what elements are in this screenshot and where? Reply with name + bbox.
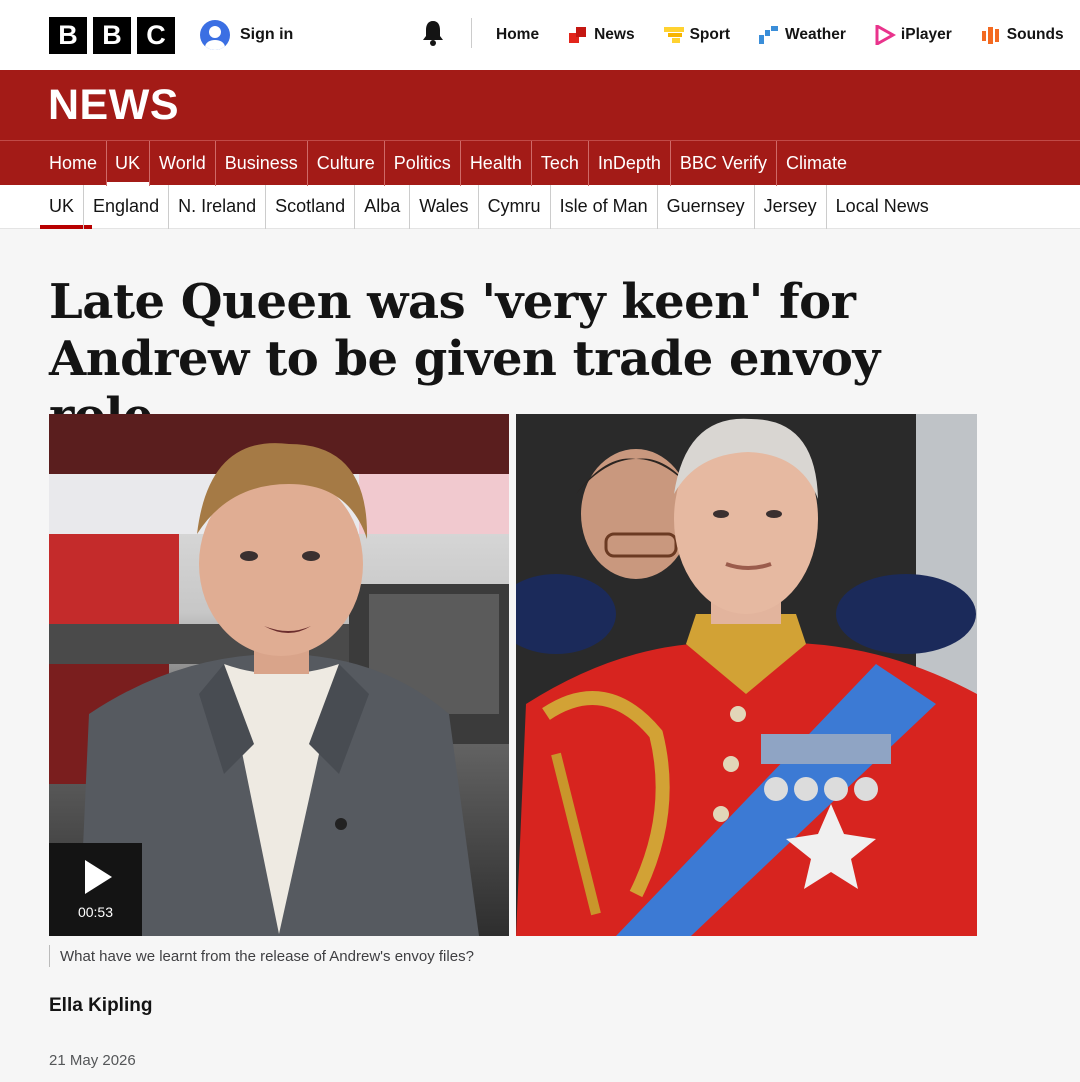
iplayer-icon	[875, 25, 896, 45]
video-duration: 00:53	[77, 903, 114, 920]
uniform-photo-illustration	[516, 414, 977, 936]
top-nav-label: Sounds	[1006, 26, 1064, 43]
section-nav-world[interactable]: World	[149, 140, 215, 186]
logo-letter: B	[49, 16, 87, 54]
sub-nav-england[interactable]: England	[83, 184, 168, 229]
top-nav-iplayer[interactable]: iPlayer	[874, 25, 952, 45]
top-nav-label: iPlayer	[900, 26, 952, 43]
sign-in-label: Sign in	[240, 26, 294, 43]
top-nav: Home News Sport Weather iPlayer Sounds	[496, 0, 1080, 70]
play-icon	[85, 859, 112, 894]
sub-nav-wales[interactable]: Wales	[409, 184, 477, 229]
section-nav-home[interactable]: Home	[49, 141, 106, 186]
sub-nav-local-news[interactable]: Local News	[825, 184, 938, 229]
bbc-logo[interactable]: B B C	[49, 16, 175, 54]
andrew-photo-frame	[516, 414, 977, 936]
sub-nav-jersey[interactable]: Jersey	[753, 184, 826, 229]
sub-nav-isle-of-man[interactable]: Isle of Man	[549, 184, 657, 229]
nav-divider	[471, 18, 472, 48]
notifications-bell-icon[interactable]	[421, 19, 445, 47]
top-nav-sounds[interactable]: Sounds	[980, 25, 1064, 45]
top-nav-label: Weather	[785, 26, 846, 43]
logo-letter: C	[137, 16, 175, 54]
top-nav-label: News	[594, 26, 635, 43]
sub-nav-alba[interactable]: Alba	[354, 184, 409, 229]
top-nav-home[interactable]: Home	[496, 26, 539, 44]
section-nav-business[interactable]: Business	[214, 140, 307, 186]
top-nav-sport[interactable]: Sport	[663, 25, 730, 45]
section-nav-politics[interactable]: Politics	[383, 140, 460, 186]
sub-nav-n-ireland[interactable]: N. Ireland	[168, 184, 265, 229]
sub-nav-uk[interactable]: UK	[39, 185, 93, 229]
top-nav-label: Home	[496, 26, 540, 43]
sounds-icon	[981, 27, 999, 44]
sport-icon	[663, 27, 684, 43]
presenter-video-frame: 00:53	[49, 414, 509, 936]
section-nav-indepth[interactable]: InDepth	[587, 140, 670, 186]
sub-nav: UK England N. Ireland Scotland Alba Wale…	[0, 184, 1080, 229]
section-nav-bbc-verify[interactable]: BBC Verify	[669, 140, 776, 186]
sub-nav-guernsey[interactable]: Guernsey	[656, 184, 754, 229]
weather-icon	[759, 26, 779, 44]
section-nav-uk[interactable]: UK	[106, 140, 150, 186]
video-player[interactable]: 00:53	[49, 414, 977, 936]
account-icon	[200, 20, 230, 50]
logo-letter: B	[93, 16, 131, 54]
top-nav-news[interactable]: News	[567, 25, 635, 45]
sign-in-link[interactable]: Sign in	[200, 20, 293, 50]
news-icon	[569, 27, 587, 43]
section-nav-tech[interactable]: Tech	[530, 140, 588, 186]
masthead: B B C Sign in Home News Sport Weather iP…	[0, 0, 1080, 70]
video-caption: What have we learnt from the release of …	[49, 945, 474, 967]
top-nav-label: Sport	[689, 26, 731, 43]
news-banner: NEWS	[0, 70, 1080, 140]
section-nav-culture[interactable]: Culture	[306, 140, 384, 186]
publish-date: 21 May 2026	[49, 1052, 136, 1069]
play-button[interactable]: 00:53	[49, 843, 142, 936]
author-byline: Ella Kipling	[49, 995, 153, 1016]
sub-nav-cymru[interactable]: Cymru	[477, 184, 550, 229]
section-nav: Home UK World Business Culture Politics …	[0, 140, 1080, 186]
sub-nav-scotland[interactable]: Scotland	[265, 184, 354, 229]
section-nav-climate[interactable]: Climate	[775, 140, 856, 186]
news-wordmark[interactable]: NEWS	[48, 81, 179, 130]
top-nav-weather[interactable]: Weather	[758, 25, 846, 45]
section-nav-health[interactable]: Health	[459, 140, 531, 186]
